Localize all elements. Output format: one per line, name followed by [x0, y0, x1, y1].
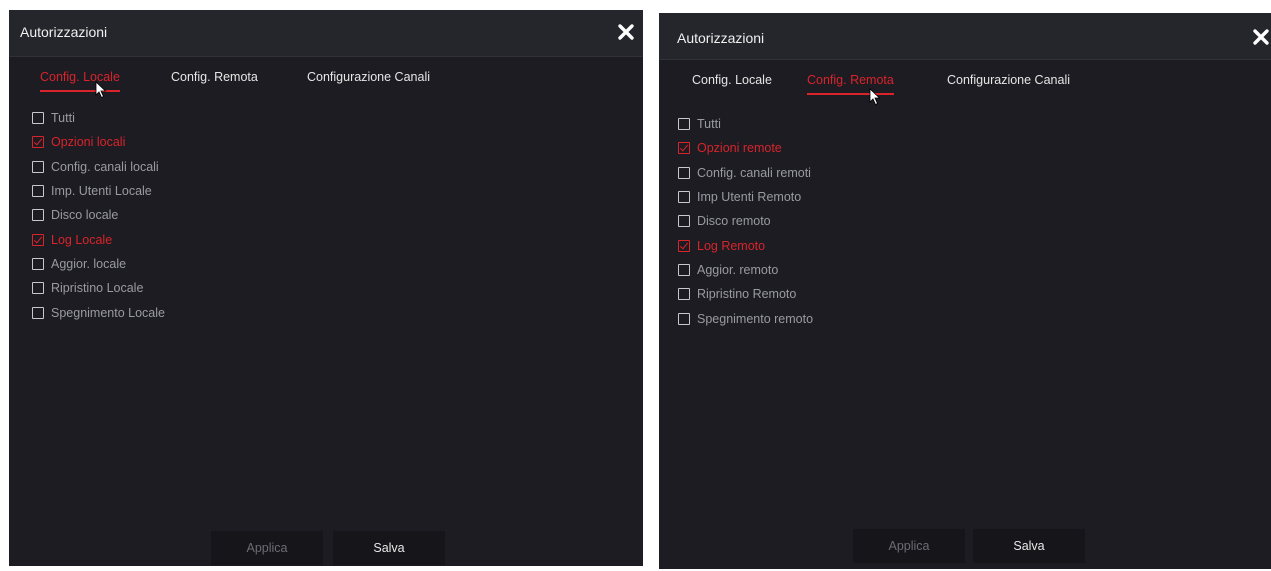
- checkbox-tutti[interactable]: Tutti: [678, 112, 813, 136]
- checkbox-tutti[interactable]: Tutti: [32, 106, 165, 130]
- save-button[interactable]: Salva: [333, 531, 445, 565]
- checkbox-icon[interactable]: [678, 288, 690, 301]
- checkbox-label: Tutti: [51, 111, 75, 126]
- checkbox-checked-icon[interactable]: [678, 142, 690, 155]
- checkbox-label: Imp Utenti Remoto: [697, 190, 802, 205]
- checkbox-icon[interactable]: [32, 185, 44, 198]
- checkbox-aggior-remoto[interactable]: Aggior. remoto: [678, 258, 813, 282]
- close-icon[interactable]: [612, 18, 640, 46]
- tab-config-locale[interactable]: Config. Locale: [40, 70, 120, 92]
- checkbox-imp-utenti-locale[interactable]: Imp. Utenti Locale: [32, 179, 165, 203]
- checkbox-spegnimento-remoto[interactable]: Spegnimento remoto: [678, 306, 813, 330]
- checkbox-icon[interactable]: [32, 160, 44, 173]
- checkbox-log-locale[interactable]: Log Locale: [32, 227, 165, 251]
- checkbox-ripristino-remoto[interactable]: Ripristino Remoto: [678, 282, 813, 306]
- checkbox-label: Log Locale: [51, 232, 113, 247]
- checkbox-log-remoto[interactable]: Log Remoto: [678, 233, 813, 257]
- checkbox-label: Aggior. remoto: [697, 262, 779, 277]
- checkbox-label: Disco remoto: [697, 214, 771, 229]
- checkbox-spegnimento-locale[interactable]: Spegnimento Locale: [32, 300, 165, 324]
- permissions-dialog-local: Autorizzazioni Config. Locale Config. Re…: [9, 10, 643, 566]
- checkbox-ripristino-locale[interactable]: Ripristino Locale: [32, 276, 165, 300]
- checkbox-checked-icon[interactable]: [32, 136, 44, 149]
- checkbox-imp-utenti-remoto[interactable]: Imp Utenti Remoto: [678, 185, 813, 209]
- checkbox-label: Opzioni remote: [697, 141, 782, 156]
- close-icon[interactable]: [1247, 23, 1271, 51]
- apply-button[interactable]: Applica: [853, 529, 965, 563]
- checkbox-opzioni-remote[interactable]: Opzioni remote: [678, 136, 813, 160]
- checkbox-label: Ripristino Remoto: [697, 287, 797, 302]
- checkbox-icon[interactable]: [678, 118, 690, 131]
- checkbox-label: Config. canali locali: [51, 159, 159, 174]
- checkbox-aggior-locale[interactable]: Aggior. locale: [32, 252, 165, 276]
- checkbox-label: Spegnimento remoto: [697, 311, 814, 326]
- checkbox-icon[interactable]: [32, 257, 44, 270]
- tab-configurazione-canali[interactable]: Configurazione Canali: [307, 70, 430, 90]
- checkbox-icon[interactable]: [32, 209, 44, 222]
- tab-configurazione-canali[interactable]: Configurazione Canali: [947, 73, 1070, 93]
- dialog-title: Autorizzazioni: [20, 24, 108, 40]
- checkbox-label: Opzioni locali: [51, 135, 126, 150]
- save-button[interactable]: Salva: [973, 529, 1085, 563]
- checkbox-icon[interactable]: [678, 191, 690, 204]
- checkbox-opzioni-locali[interactable]: Opzioni locali: [32, 130, 165, 154]
- permission-list: Tutti Opzioni locali Config. canali loca…: [32, 106, 165, 325]
- checkbox-disco-locale[interactable]: Disco locale: [32, 203, 165, 227]
- permissions-dialog-remote: Autorizzazioni Config. Locale Config. Re…: [659, 13, 1271, 569]
- tab-config-remota[interactable]: Config. Remota: [171, 70, 258, 90]
- checkbox-icon[interactable]: [678, 312, 690, 325]
- checkbox-label: Aggior. locale: [51, 256, 127, 271]
- checkbox-label: Tutti: [697, 117, 721, 132]
- checkbox-label: Spegnimento Locale: [51, 305, 165, 320]
- mouse-cursor-icon: [869, 88, 881, 106]
- tab-config-locale[interactable]: Config. Locale: [692, 73, 772, 93]
- checkbox-icon[interactable]: [678, 263, 690, 276]
- checkbox-label: Log Remoto: [697, 238, 766, 253]
- tab-bar: Config. Locale Config. Remota Configuraz…: [659, 73, 1271, 103]
- checkbox-icon[interactable]: [32, 282, 44, 295]
- checkbox-label: Config. canali remoti: [697, 165, 811, 180]
- checkbox-icon[interactable]: [32, 112, 44, 125]
- checkbox-icon[interactable]: [678, 215, 690, 228]
- dialog-header: Autorizzazioni: [9, 10, 643, 57]
- checkbox-checked-icon[interactable]: [32, 233, 44, 246]
- permission-list: Tutti Opzioni remote Config. canali remo…: [678, 112, 813, 331]
- checkbox-checked-icon[interactable]: [678, 239, 690, 252]
- dialog-header: Autorizzazioni: [659, 13, 1271, 60]
- checkbox-label: Ripristino Locale: [51, 281, 144, 296]
- dialog-title: Autorizzazioni: [677, 30, 765, 46]
- checkbox-icon[interactable]: [32, 306, 44, 319]
- checkbox-disco-remoto[interactable]: Disco remoto: [678, 209, 813, 233]
- mouse-cursor-icon: [95, 81, 107, 99]
- checkbox-icon[interactable]: [678, 166, 690, 179]
- checkbox-label: Disco locale: [51, 208, 119, 223]
- checkbox-config-canali-remoti[interactable]: Config. canali remoti: [678, 161, 813, 185]
- checkbox-config-canali-locali[interactable]: Config. canali locali: [32, 155, 165, 179]
- apply-button[interactable]: Applica: [211, 531, 323, 565]
- checkbox-label: Imp. Utenti Locale: [51, 184, 152, 199]
